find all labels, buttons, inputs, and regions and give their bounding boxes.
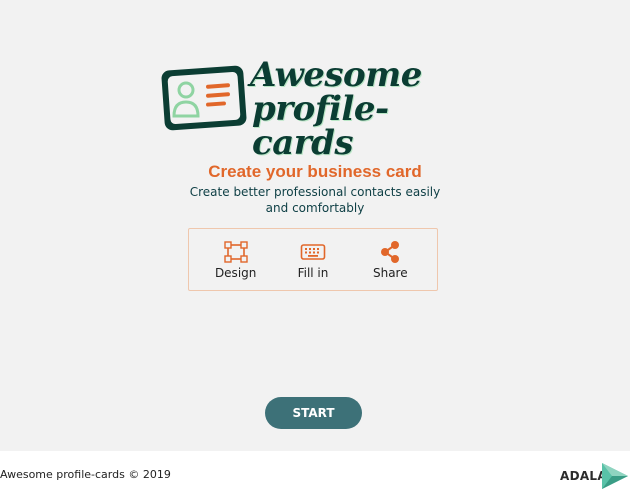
step-design: Design: [201, 240, 271, 280]
adalab-logo[interactable]: ADALAB: [558, 461, 630, 491]
logo-line-2: profile-cards: [252, 89, 389, 163]
steps-panel: Design Fill in Share: [188, 228, 438, 291]
keyboard-icon: [300, 243, 326, 260]
logo-wordmark: Awesome profile-cards: [250, 58, 470, 160]
hero-title: Create your business card: [208, 162, 422, 181]
start-button[interactable]: START: [265, 397, 362, 429]
step-share: Share: [355, 240, 425, 280]
footer-copyright: Awesome profile-cards © 2019: [0, 468, 171, 481]
step-label: Fill in: [297, 265, 329, 280]
share-icon: [381, 240, 400, 263]
hero-subtitle: Create better professional contacts easi…: [189, 185, 441, 215]
step-label: Share: [372, 265, 408, 280]
step-label: Design: [214, 265, 257, 280]
app-logo: Awesome profile-cards: [160, 58, 470, 160]
design-icon: [223, 240, 248, 263]
adalab-arrow-icon: [602, 463, 628, 489]
profile-card-icon: [161, 65, 247, 131]
logo-line-1: Awesome: [250, 55, 422, 95]
step-fill-in: Fill in: [278, 240, 348, 280]
footer: Awesome profile-cards © 2019 ADALAB: [0, 451, 630, 497]
